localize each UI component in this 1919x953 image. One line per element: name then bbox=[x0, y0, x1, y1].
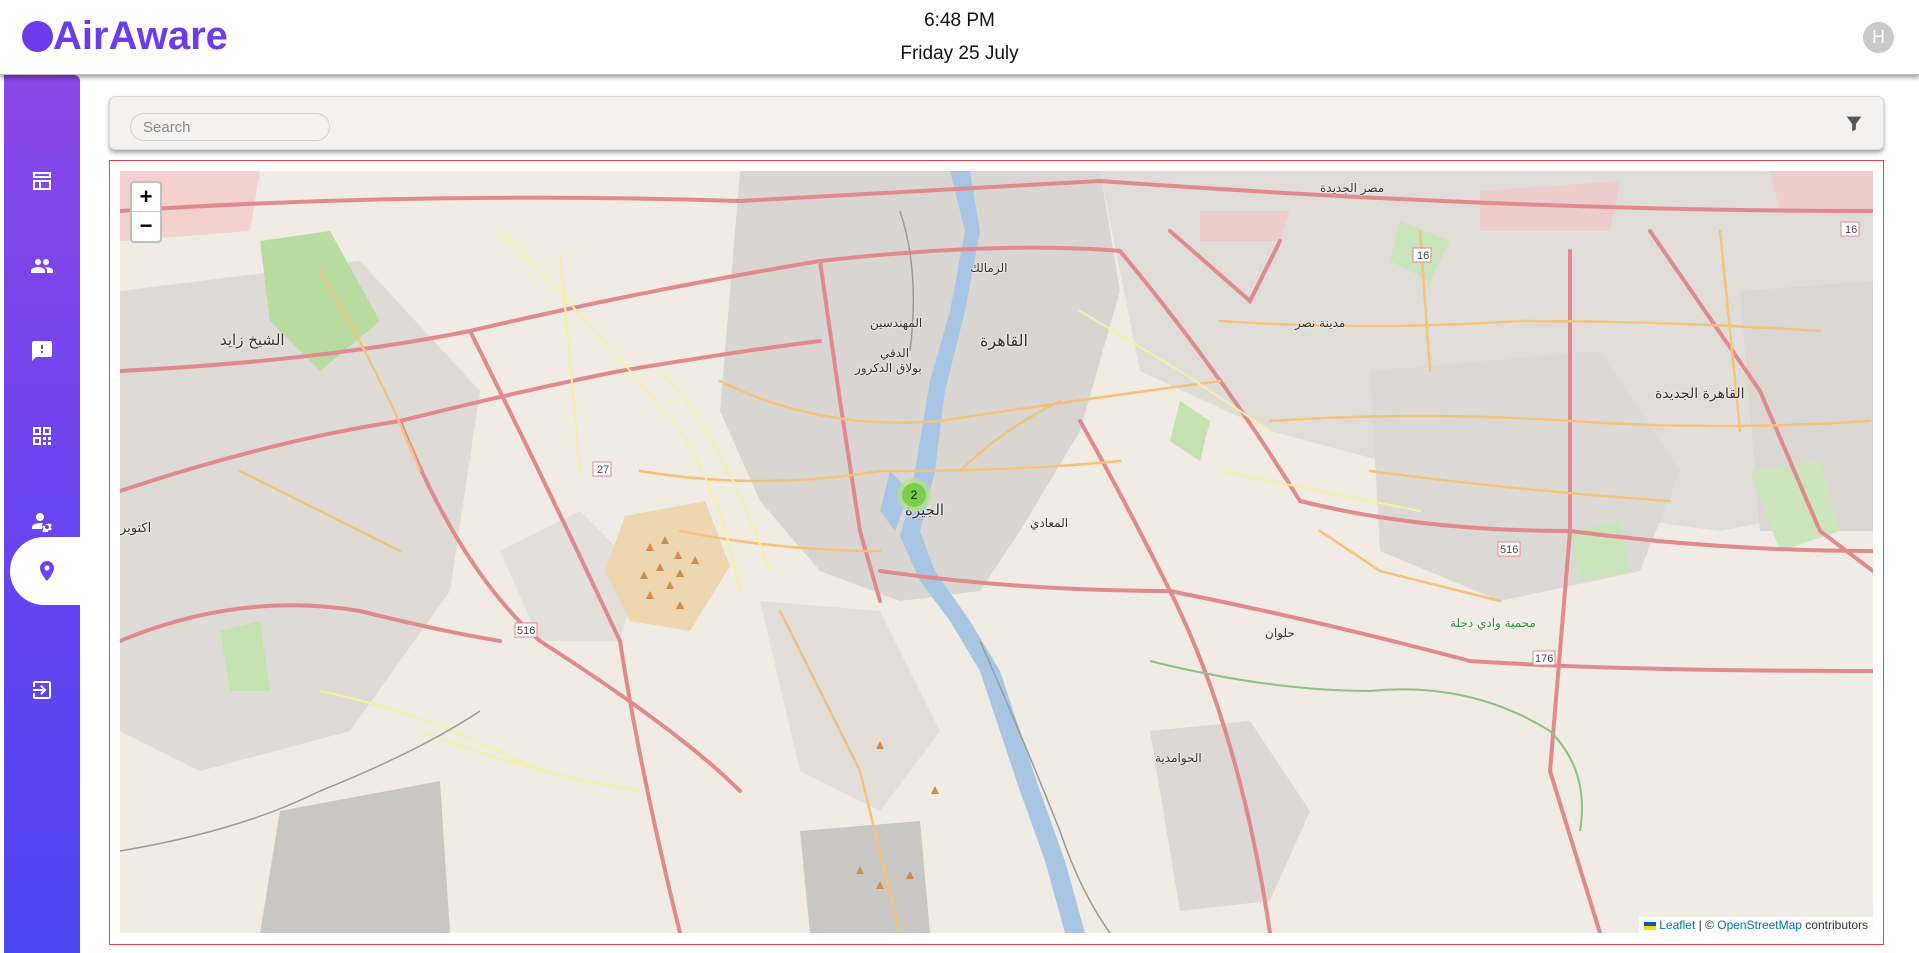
sidebar-item-users[interactable] bbox=[4, 232, 80, 300]
user-settings-icon bbox=[32, 513, 52, 533]
leaflet-link[interactable]: Leaflet bbox=[1659, 918, 1695, 932]
svg-text:516: 516 bbox=[1500, 544, 1518, 556]
zoom-in-button[interactable]: + bbox=[132, 183, 160, 212]
map-place-label: حلوان bbox=[1265, 626, 1295, 640]
sidebar-item-feedback[interactable] bbox=[4, 317, 80, 385]
svg-text:16: 16 bbox=[1417, 250, 1429, 262]
sidebar-item-widgets[interactable] bbox=[4, 402, 80, 470]
sidebar-item-logout[interactable] bbox=[4, 656, 80, 724]
map-tiles: 16 16 27 516 516 176 bbox=[120, 171, 1873, 933]
cluster-count: 2 bbox=[902, 483, 926, 507]
map-place-label: القاهرة الجديدة bbox=[1655, 386, 1745, 402]
ukraine-flag-icon bbox=[1644, 921, 1657, 930]
map-attribution: Leaflet | © OpenStreetMap contributors bbox=[1639, 917, 1873, 933]
user-avatar[interactable]: H bbox=[1863, 22, 1894, 53]
location-pin-icon bbox=[40, 561, 54, 581]
search-filter-bar bbox=[109, 96, 1884, 150]
search-input[interactable] bbox=[130, 113, 330, 141]
map-place-label: مدينة نصر bbox=[1295, 316, 1346, 330]
map-container: 16 16 27 516 516 176 + − الشيخ زايد القاه… bbox=[109, 160, 1884, 945]
attribution-separator: | © bbox=[1695, 918, 1718, 932]
current-date: Friday 25 July bbox=[900, 43, 1019, 64]
svg-text:516: 516 bbox=[517, 625, 535, 637]
map-place-label: الحوامدية bbox=[1155, 751, 1202, 765]
users-icon bbox=[31, 259, 53, 273]
dashboard-icon bbox=[33, 172, 51, 190]
logout-icon bbox=[33, 681, 51, 699]
svg-text:176: 176 bbox=[1535, 653, 1553, 665]
svg-text:16: 16 bbox=[1845, 224, 1857, 236]
map-view[interactable]: 16 16 27 516 516 176 + − الشيخ زايد القاه… bbox=[120, 171, 1873, 933]
map-place-label: القاهرة bbox=[980, 331, 1028, 350]
map-place-label: المعادي bbox=[1030, 516, 1069, 530]
sidebar-item-map[interactable] bbox=[10, 537, 84, 605]
sidebar bbox=[4, 75, 84, 953]
map-place-label: الدقي bbox=[880, 346, 910, 360]
map-place-label: مصر الجديدة bbox=[1320, 181, 1385, 195]
top-header: AirAware 6:48 PM Friday 25 July H bbox=[0, 0, 1919, 75]
map-place-label: محمية وادي دجلة bbox=[1450, 616, 1536, 630]
map-place-label: الشيخ زايد bbox=[220, 331, 285, 349]
openstreetmap-link[interactable]: OpenStreetMap bbox=[1717, 918, 1802, 932]
marker-cluster[interactable]: 2 bbox=[897, 478, 931, 512]
map-place-label: المهندسين bbox=[870, 316, 923, 330]
map-place-label: بولاق الدكرور bbox=[855, 361, 922, 375]
svg-text:27: 27 bbox=[597, 464, 609, 476]
zoom-controls: + − bbox=[130, 181, 162, 243]
widgets-icon bbox=[33, 427, 51, 445]
map-place-label: الزمالك bbox=[970, 261, 1008, 275]
zoom-out-button[interactable]: − bbox=[132, 212, 160, 241]
feedback-icon bbox=[32, 341, 52, 361]
sidebar-item-dashboard[interactable] bbox=[4, 147, 80, 215]
current-time: 6:48 PM bbox=[924, 10, 995, 31]
attribution-suffix: contributors bbox=[1801, 918, 1868, 932]
map-place-label: اكتوبر bbox=[120, 521, 152, 536]
filter-icon[interactable] bbox=[1843, 113, 1865, 135]
